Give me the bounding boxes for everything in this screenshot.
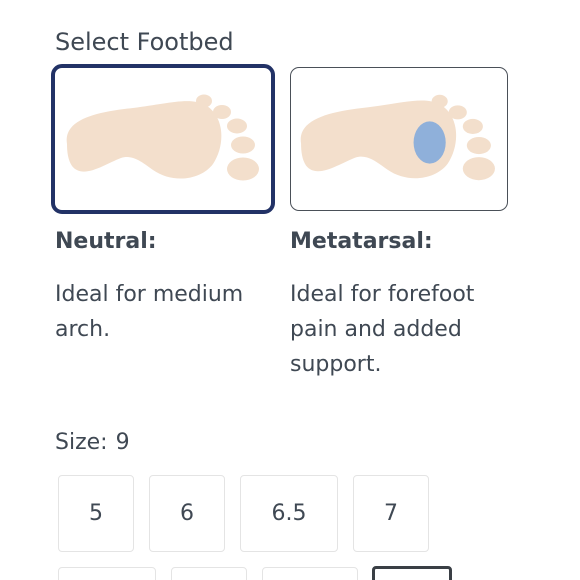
size-selected-value: 9 — [115, 430, 130, 455]
size-option-6[interactable]: 6 — [149, 475, 225, 552]
size-label-row: Size: 9 — [55, 427, 130, 459]
size-option-selected[interactable] — [372, 566, 452, 580]
metatarsal-pad-icon — [413, 121, 446, 164]
size-option-5[interactable]: 5 — [58, 475, 134, 552]
size-option-6-5[interactable]: 6.5 — [240, 475, 338, 552]
option-name-metatarsal: Metatarsal: — [290, 229, 433, 254]
footbed-section-title: Select Footbed — [55, 28, 234, 56]
option-name-neutral: Neutral: — [55, 229, 157, 254]
footbed-option-neutral[interactable] — [51, 64, 275, 214]
foot-neutral-icon — [66, 94, 259, 181]
size-option[interactable] — [262, 567, 358, 580]
product-options-page: Select Footbed Neutral: Metatarsal: Idea… — [0, 0, 580, 580]
size-option[interactable] — [171, 567, 247, 580]
footbed-option-metatarsal[interactable] — [290, 67, 508, 211]
option-desc-neutral: Ideal for medium arch. — [55, 282, 244, 342]
size-label: Size: — [55, 430, 108, 455]
foot-metatarsal-icon — [300, 94, 495, 181]
size-option-7[interactable]: 7 — [353, 475, 429, 552]
option-desc-metatarsal: Ideal for forefoot pain and added suppor… — [290, 282, 475, 377]
size-option[interactable] — [58, 567, 156, 580]
